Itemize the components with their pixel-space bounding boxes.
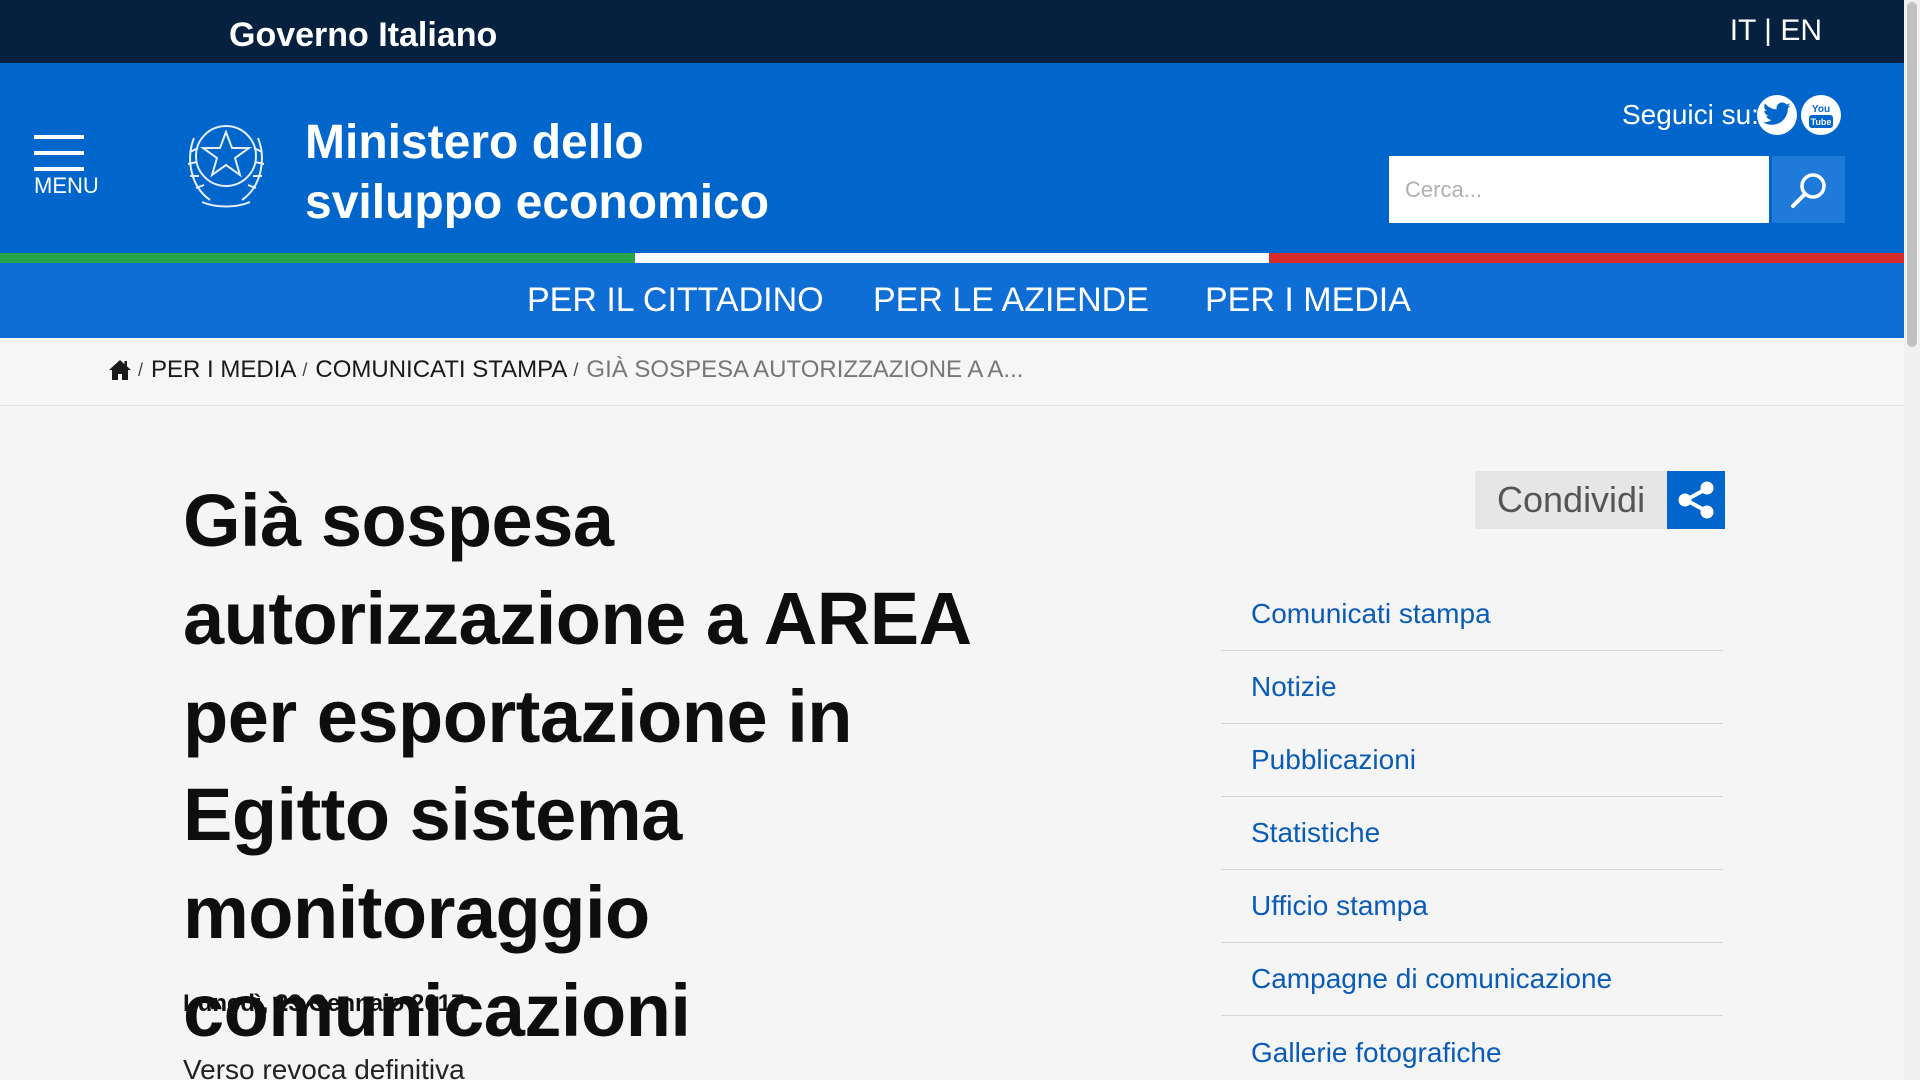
language-switcher: IT | EN	[1730, 14, 1822, 48]
site-title[interactable]: Ministero dello sviluppo economico	[305, 113, 769, 233]
sidenav-item: Notizie	[1221, 651, 1723, 724]
breadcrumb-item-comunicati[interactable]: COMUNICATI STAMPA	[315, 356, 567, 384]
menu-icon-bar	[34, 167, 84, 171]
share-icon	[1678, 481, 1714, 519]
sidenav-item: Gallerie fotografiche	[1221, 1016, 1723, 1080]
top-bar: Governo Italiano IT | EN	[0, 0, 1904, 63]
search-icon	[1790, 172, 1826, 208]
lang-separator: |	[1755, 14, 1781, 47]
search-button[interactable]	[1772, 156, 1845, 223]
sidenav-link-campagne[interactable]: Campagne di comunicazione	[1251, 963, 1612, 995]
nav-item-media[interactable]: PER I MEDIA	[1205, 281, 1411, 320]
section-sidenav: Comunicati stampa Notizie Pubblicazioni …	[1221, 578, 1723, 1080]
youtube-text-tube: Tube	[1811, 117, 1832, 127]
government-label: Governo Italiano	[229, 16, 498, 54]
youtube-text-you: You	[1812, 104, 1830, 115]
breadcrumb: / PER I MEDIA / COMUNICATI STAMPA / GIÀ …	[0, 338, 1904, 406]
breadcrumb-separator: /	[138, 359, 144, 380]
article-lead: Verso revoca definitiva	[183, 1054, 465, 1080]
stripe-red	[1269, 253, 1905, 263]
menu-icon	[34, 135, 84, 139]
nav-item-aziende[interactable]: PER LE AZIENDE	[873, 281, 1149, 320]
page-scrollbar[interactable]	[1904, 0, 1920, 1080]
breadcrumb-separator: /	[573, 359, 579, 380]
scrollbar-thumb[interactable]	[1907, 2, 1917, 347]
article-date: Lunedì, 23 Gennaio 2017	[183, 990, 465, 1017]
lang-en-link[interactable]: EN	[1780, 14, 1822, 47]
breadcrumb-item-media[interactable]: PER I MEDIA	[151, 356, 296, 384]
main-nav: PER IL CITTADINO PER LE AZIENDE PER I ME…	[0, 263, 1904, 338]
site-header: MENU Ministero dello sviluppo economico …	[0, 63, 1904, 253]
menu-icon-bar	[34, 151, 84, 155]
breadcrumb-current: GIÀ SOSPESA AUTORIZZAZIONE A A...	[586, 356, 1024, 383]
share-button[interactable]: Condividi	[1475, 471, 1726, 529]
twitter-icon	[1763, 102, 1791, 125]
menu-button[interactable]: MENU	[34, 135, 104, 205]
twitter-link[interactable]	[1757, 95, 1797, 135]
home-icon[interactable]	[108, 359, 132, 381]
share-icon-box	[1667, 471, 1726, 529]
sidenav-item: Pubblicazioni	[1221, 724, 1723, 797]
sidenav-item: Campagne di comunicazione	[1221, 943, 1723, 1016]
sidenav-link-ufficio-stampa[interactable]: Ufficio stampa	[1251, 890, 1428, 922]
follow-label: Seguici su:	[1622, 99, 1759, 130]
sidenav-item: Statistiche	[1221, 797, 1723, 870]
site-title-line2: sviluppo economico	[305, 176, 770, 229]
sidenav-link-comunicati-stampa[interactable]: Comunicati stampa	[1251, 598, 1491, 630]
sidenav-item: Ufficio stampa	[1221, 870, 1723, 943]
republic-emblem-icon	[187, 125, 265, 208]
youtube-icon: You Tube	[1809, 104, 1833, 128]
sidenav-link-gallerie[interactable]: Gallerie fotografiche	[1251, 1037, 1502, 1069]
share-label: Condividi	[1475, 471, 1668, 529]
article-title: Già sospesa autorizzazione a AREA per es…	[183, 479, 969, 1052]
sidenav-link-statistiche[interactable]: Statistiche	[1251, 817, 1380, 849]
search-input[interactable]	[1389, 156, 1769, 223]
sidenav-item: Comunicati stampa	[1221, 578, 1723, 651]
nav-item-cittadino[interactable]: PER IL CITTADINO	[527, 281, 824, 320]
stripe-green	[0, 253, 635, 263]
sidenav-link-notizie[interactable]: Notizie	[1251, 671, 1337, 703]
site-title-line1: Ministero dello	[305, 116, 644, 169]
youtube-link[interactable]: You Tube	[1801, 95, 1841, 135]
stripe-white	[634, 253, 1270, 263]
menu-label: MENU	[34, 173, 99, 198]
lang-it-link[interactable]: IT	[1730, 14, 1756, 47]
tricolor-stripe	[0, 253, 1905, 263]
breadcrumb-separator: /	[302, 359, 308, 380]
sidenav-link-pubblicazioni[interactable]: Pubblicazioni	[1251, 744, 1416, 776]
